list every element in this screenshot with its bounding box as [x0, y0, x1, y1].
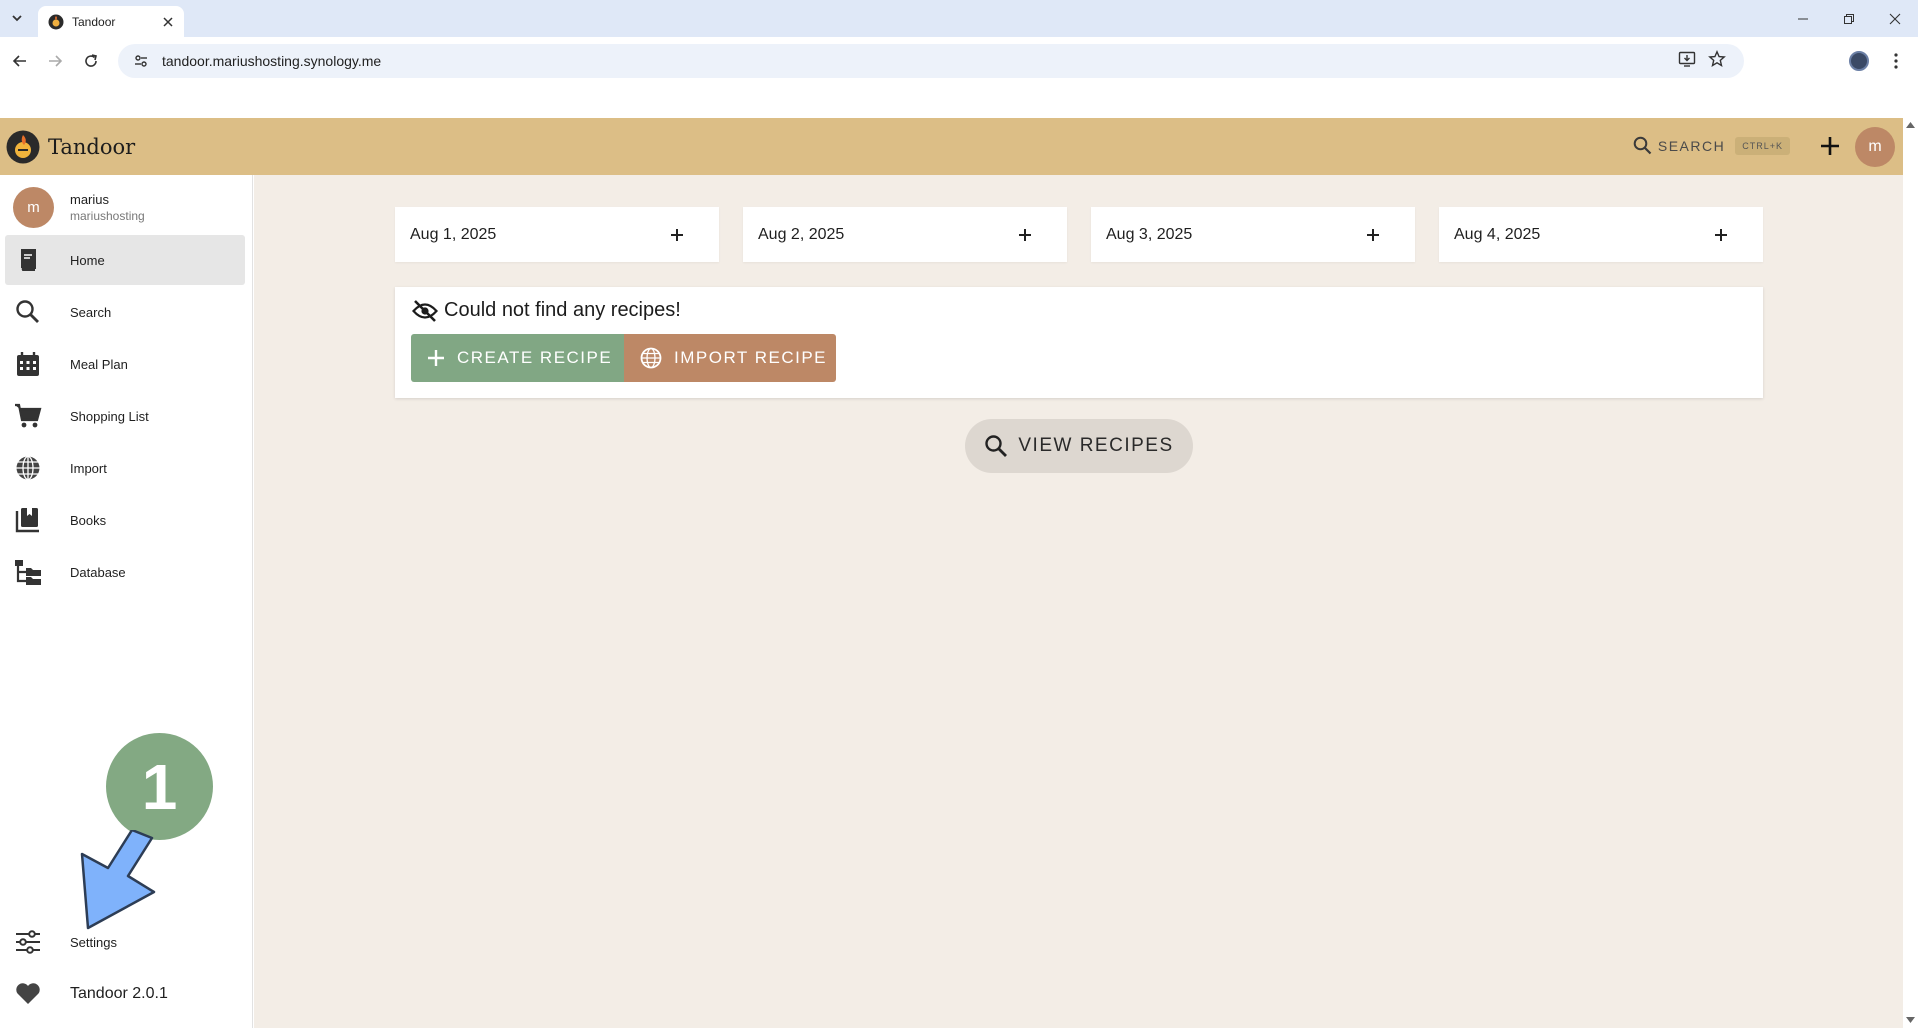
arrow-right-icon [49, 55, 63, 67]
meal-plan-day-card[interactable]: Aug 3, 2025 [1091, 207, 1415, 262]
sliders-icon [13, 927, 43, 957]
tandoor-favicon-icon [48, 14, 64, 29]
sidebar-item-label: Search [70, 304, 112, 320]
main-content: Aug 1, 2025 Aug 2, 2025 Aug 3, 2025 Aug … [254, 175, 1903, 1028]
sidebar-item-search[interactable]: Search [5, 287, 245, 337]
plus-icon [428, 350, 444, 366]
meal-plan-day-card[interactable]: Aug 2, 2025 [743, 207, 1067, 262]
back-button[interactable] [8, 49, 32, 73]
browser-toolbar: tandoor.mariushosting.synology.me [0, 37, 1918, 85]
empty-recipes-card: Could not find any recipes! CREATE RECIP… [395, 287, 1763, 398]
sidebar-item-shopping-list[interactable]: Shopping List [5, 391, 245, 441]
plus-icon [1821, 137, 1839, 155]
sidebar-item-label: Books [70, 512, 107, 528]
url-text: tandoor.mariushosting.synology.me [162, 53, 382, 69]
meal-plan-day-card[interactable]: Aug 4, 2025 [1439, 207, 1763, 262]
view-recipes-button[interactable]: VIEW RECIPES [965, 419, 1193, 473]
tab-search-button[interactable] [4, 6, 30, 30]
tab-title: Tandoor [72, 14, 116, 29]
global-search-button[interactable]: SEARCH CTRL+K [1633, 136, 1790, 155]
import-recipe-button[interactable]: IMPORT RECIPE [624, 334, 836, 382]
day-date: Aug 4, 2025 [1454, 225, 1541, 243]
tandoor-logo-icon[interactable] [6, 130, 40, 164]
reload-button[interactable] [79, 49, 103, 73]
version-label: Tandoor 2.0.1 [70, 985, 168, 1002]
globe-icon [640, 347, 662, 369]
search-icon [1633, 136, 1652, 155]
add-meal-plus-icon[interactable] [1363, 225, 1383, 245]
app-brand[interactable]: Tandoor [48, 135, 135, 159]
chevron-down-icon [12, 15, 22, 22]
add-meal-plus-icon[interactable] [1015, 225, 1035, 245]
forward-button[interactable] [43, 49, 67, 73]
day-date: Aug 1, 2025 [410, 225, 497, 243]
user-avatar-button[interactable]: m [1855, 127, 1895, 167]
sidebar-item-meal-plan[interactable]: Meal Plan [5, 339, 245, 389]
search-icon [13, 297, 43, 327]
close-window-button[interactable] [1872, 0, 1918, 37]
heart-icon [13, 979, 43, 1009]
browser-profile-avatar[interactable] [1849, 51, 1869, 71]
sidebar-item-label: Import [70, 460, 107, 476]
add-button[interactable] [1817, 133, 1843, 159]
folder-tree-icon [13, 557, 43, 587]
add-meal-plus-icon[interactable] [1711, 225, 1731, 245]
step-number-badge: 1 [106, 733, 213, 840]
arrow-left-icon [12, 55, 26, 67]
calendar-icon [13, 349, 43, 379]
address-bar[interactable]: tandoor.mariushosting.synology.me [118, 44, 1744, 78]
book-icon [13, 245, 43, 275]
sidebar-item-label: Database [70, 564, 126, 580]
search-shortcut: CTRL+K [1735, 136, 1790, 155]
window-controls [1780, 0, 1918, 37]
create-recipe-label: CREATE RECIPE [457, 348, 613, 367]
sidebar-item-home[interactable]: Home [5, 235, 245, 285]
search-label: SEARCH [1657, 137, 1726, 154]
view-recipes-label: VIEW RECIPES [1018, 435, 1174, 456]
site-settings-icon[interactable] [132, 52, 150, 70]
sidebar-item-label: Settings [70, 934, 117, 950]
sidebar-item-label: Shopping List [70, 408, 149, 424]
add-meal-plus-icon[interactable] [667, 225, 687, 245]
install-app-icon[interactable] [1678, 50, 1696, 73]
browser-tab[interactable]: Tandoor [38, 6, 184, 37]
sidebar-item-database[interactable]: Database [5, 547, 245, 597]
reload-icon [85, 54, 97, 67]
search-icon [985, 435, 1008, 457]
sidebar-item-about[interactable]: Tandoor 2.0.1 [5, 969, 245, 1019]
app-header: Tandoor SEARCH CTRL+K m [0, 118, 1903, 175]
sidebar-item-import[interactable]: Import [5, 443, 245, 493]
import-recipe-label: IMPORT RECIPE [674, 348, 828, 367]
globe-icon [13, 453, 43, 483]
cart-icon [13, 401, 43, 431]
eye-off-icon [412, 299, 438, 322]
page-scrollbar[interactable] [1903, 118, 1918, 1028]
avatar: m [13, 187, 54, 228]
day-date: Aug 2, 2025 [758, 225, 845, 243]
minimize-button[interactable] [1780, 0, 1826, 37]
browser-menu-icon[interactable] [1886, 49, 1906, 73]
bookmark-star-icon[interactable] [1708, 49, 1726, 73]
sidebar-item-books[interactable]: Books [5, 495, 245, 545]
user-name: marius [70, 192, 110, 207]
sidebar-item-label: Meal Plan [70, 356, 128, 372]
annotation-arrow-icon [80, 830, 156, 930]
tab-close-icon[interactable] [160, 14, 176, 30]
meal-plan-day-card[interactable]: Aug 1, 2025 [395, 207, 719, 262]
user-profile[interactable]: m marius mariushosting [13, 187, 145, 228]
sidebar-item-label: Home [70, 252, 105, 268]
restore-button[interactable] [1826, 0, 1872, 37]
day-date: Aug 3, 2025 [1106, 225, 1193, 243]
bookshelf-icon [13, 505, 43, 535]
browser-tab-bar: Tandoor [0, 0, 1918, 37]
create-recipe-button[interactable]: CREATE RECIPE [411, 334, 624, 382]
empty-message: Could not find any recipes! [444, 299, 681, 321]
user-space: mariushosting [70, 209, 145, 223]
